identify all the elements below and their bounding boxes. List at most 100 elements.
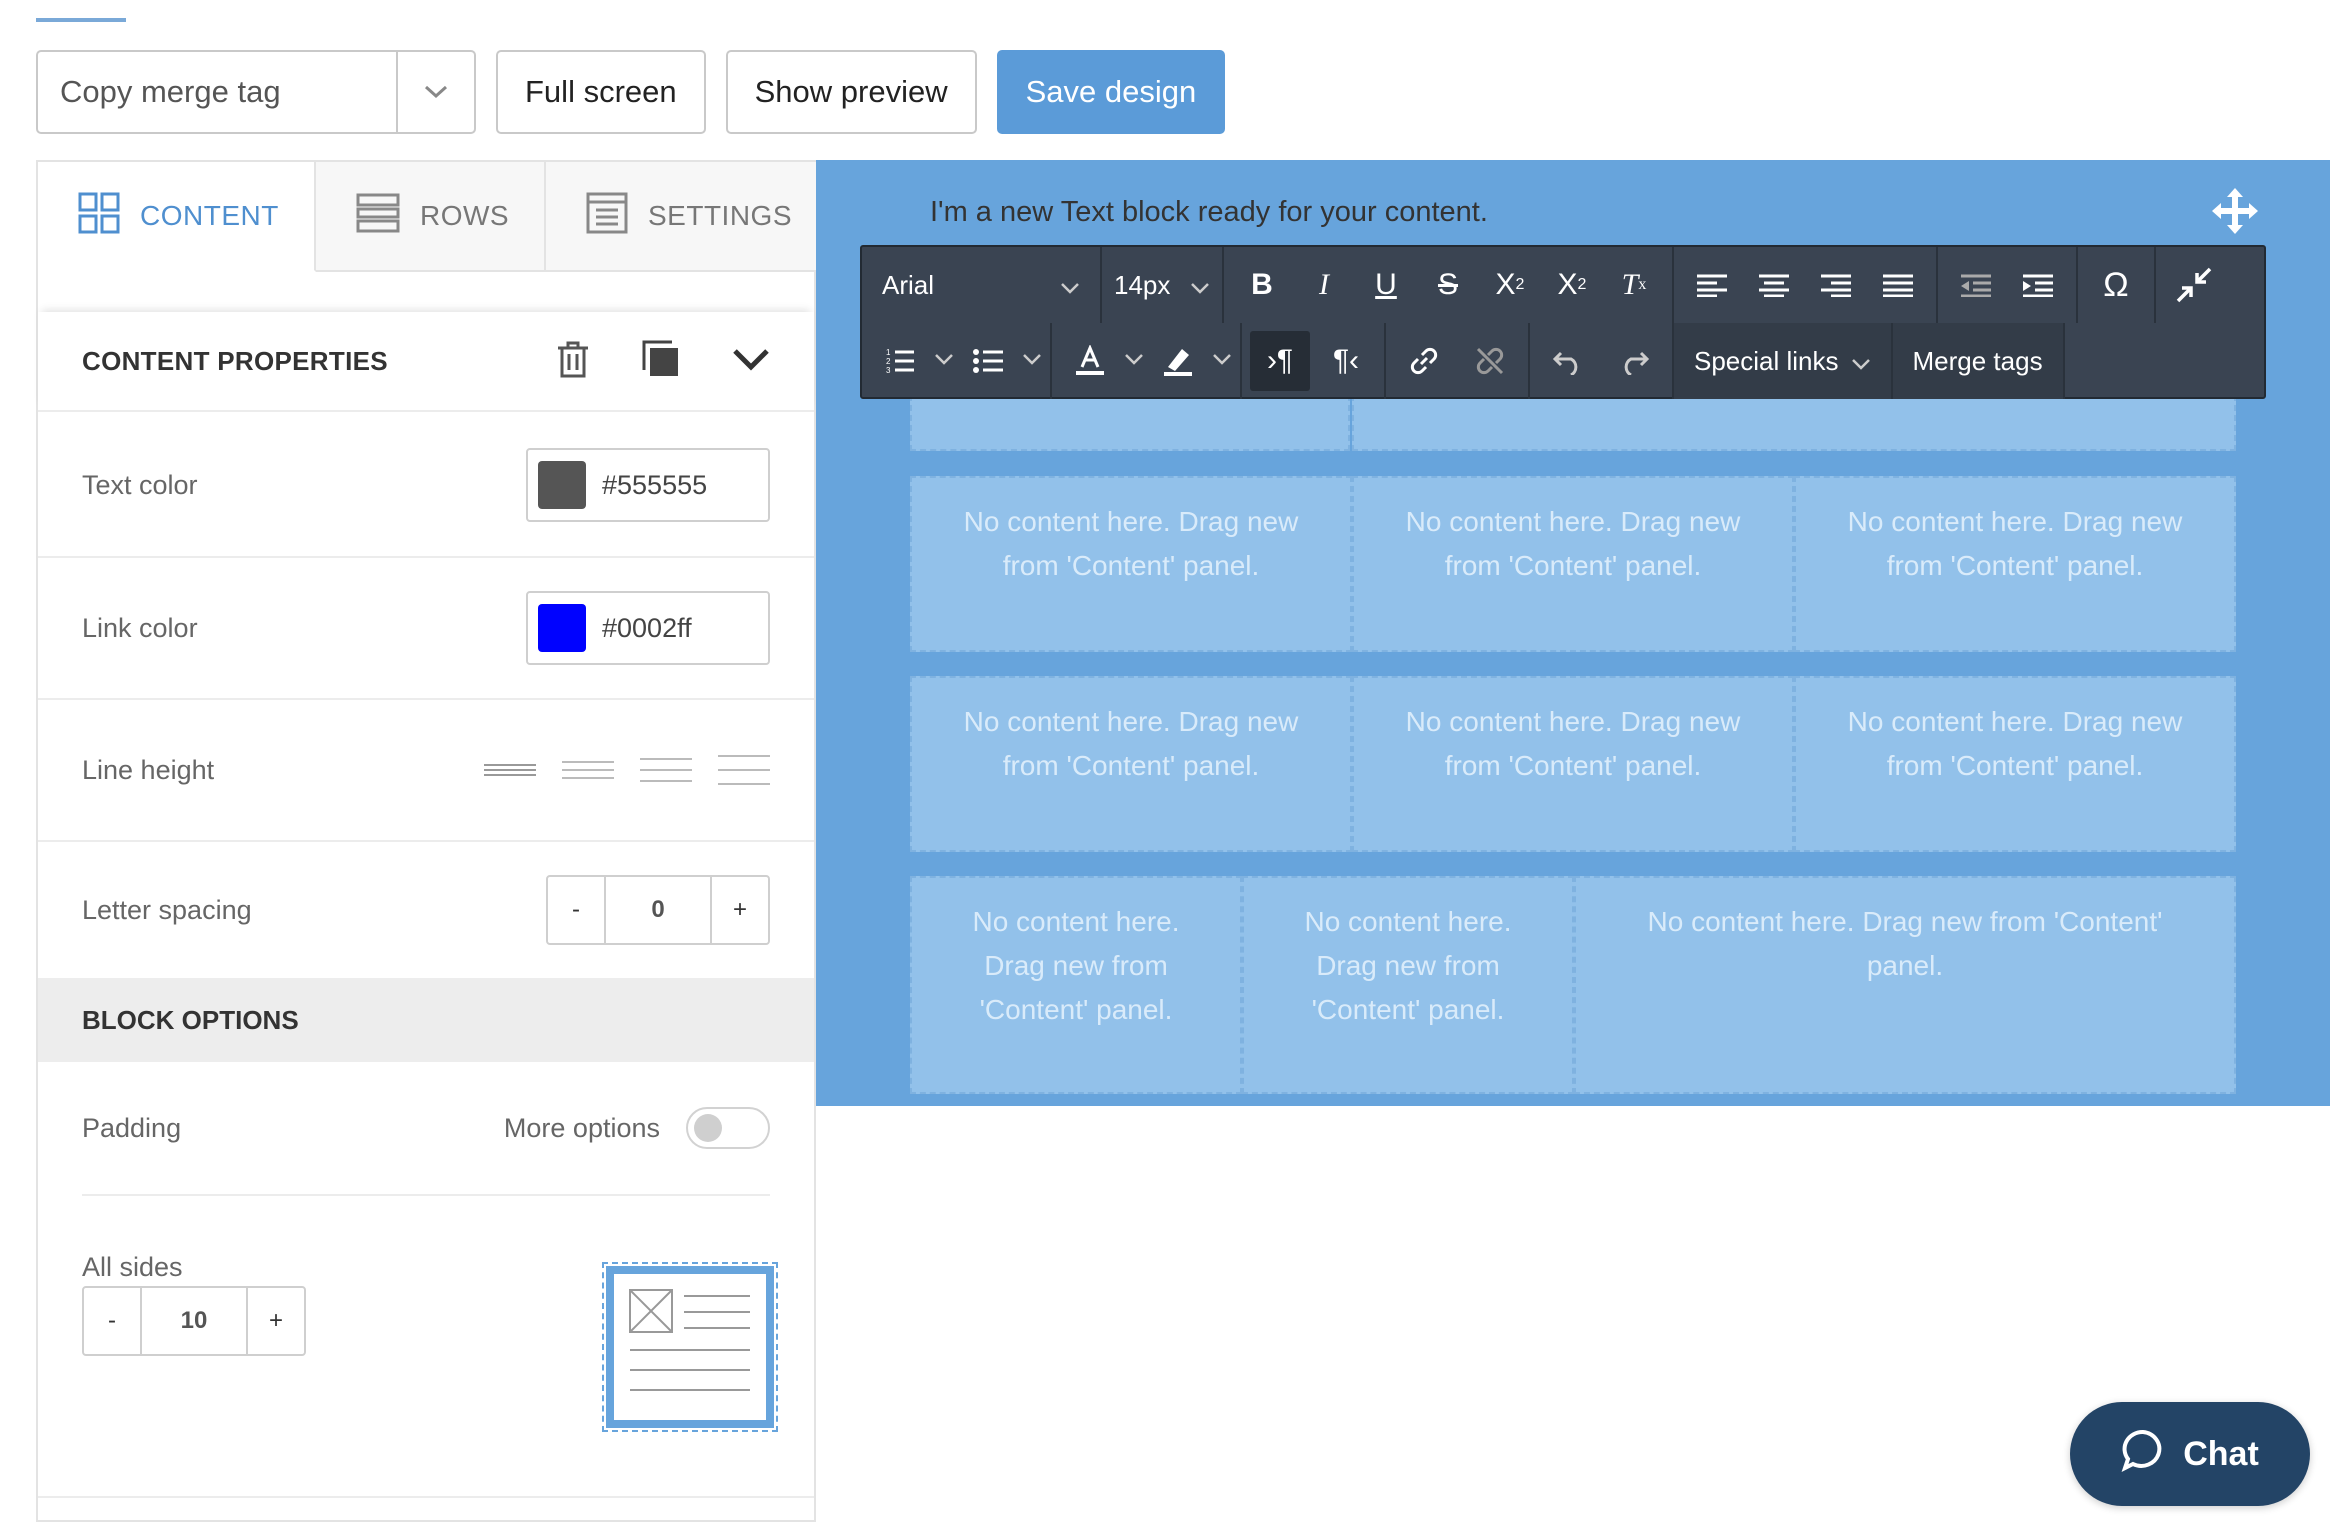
empty-cell[interactable]: No content here. Drag new from 'Content'… (910, 676, 1352, 852)
tab-settings[interactable]: SETTINGS (546, 162, 833, 270)
special-links-label: Special links (1694, 345, 1839, 376)
highlight-icon[interactable] (1148, 331, 1208, 391)
line-height-tight-icon[interactable] (484, 764, 536, 776)
link-icon[interactable] (1394, 331, 1454, 391)
unlink-icon[interactable] (1460, 331, 1520, 391)
indent-icon[interactable] (2008, 255, 2068, 315)
align-justify-icon[interactable] (1868, 255, 1928, 315)
rtl-direction-icon[interactable]: ¶‹ (1316, 331, 1376, 391)
align-center-icon[interactable] (1744, 255, 1804, 315)
trash-icon[interactable] (556, 340, 590, 383)
rows-icon (356, 193, 400, 240)
letter-spacing-value[interactable]: 0 (604, 877, 712, 943)
subscript-icon[interactable]: X2 (1542, 255, 1602, 315)
tab-content[interactable]: CONTENT (38, 162, 316, 272)
align-left-icon[interactable] (1682, 255, 1742, 315)
letter-spacing-plus-button[interactable]: + (712, 877, 768, 943)
more-options-toggle[interactable] (686, 1107, 770, 1149)
text-color-value: #555555 (602, 469, 708, 500)
font-size-select[interactable]: 14px (1102, 247, 1224, 323)
empty-cell-text: No content here. Drag new from 'Content'… (963, 706, 1299, 781)
numbered-list-icon[interactable]: 123 (870, 331, 930, 391)
text-color-field[interactable]: #555555 (526, 448, 770, 522)
strikethrough-icon[interactable]: S (1418, 255, 1478, 315)
all-sides-value[interactable]: 10 (140, 1288, 248, 1354)
chat-button[interactable]: Chat (2070, 1402, 2310, 1506)
move-icon[interactable] (2212, 188, 2258, 239)
empty-cell[interactable]: No content here. Drag new from 'Content'… (910, 476, 1352, 652)
save-design-button[interactable]: Save design (996, 50, 1226, 134)
more-options-label: More options (503, 1112, 660, 1143)
tab-rows[interactable]: ROWS (316, 162, 546, 270)
empty-cell[interactable]: No content here. Drag new from 'Content'… (1794, 476, 2236, 652)
all-sides-minus-button[interactable]: - (84, 1288, 140, 1354)
empty-cell-text: No content here. Drag new from 'Content'… (1304, 906, 1512, 1025)
all-sides-plus-button[interactable]: + (248, 1288, 304, 1354)
show-preview-button[interactable]: Show preview (725, 50, 977, 134)
padding-preview-icon (602, 1262, 778, 1432)
bullet-list-icon[interactable] (958, 331, 1018, 391)
collapse-editor-icon[interactable] (2164, 255, 2224, 315)
text-color-icon[interactable] (1060, 331, 1120, 391)
duplicate-icon[interactable] (642, 340, 680, 383)
font-family-value: Arial (882, 269, 935, 300)
ltr-direction-icon[interactable]: ›¶ (1250, 331, 1310, 391)
empty-cell-text: No content here. Drag new from 'Content'… (963, 506, 1299, 581)
empty-cell-text: No content here. Drag new from 'Content'… (1405, 506, 1741, 581)
line-height-relaxed-icon[interactable] (640, 758, 692, 782)
superscript-icon[interactable]: X2 (1480, 255, 1540, 315)
content-properties-header: CONTENT PROPERTIES (38, 312, 814, 412)
chevron-down-icon[interactable] (934, 352, 954, 370)
full-screen-button[interactable]: Full screen (496, 50, 706, 134)
chevron-down-icon[interactable] (1022, 352, 1042, 370)
chat-bubble-icon (2121, 1428, 2165, 1481)
tab-rows-label: ROWS (420, 200, 510, 231)
chevron-down-icon (1851, 346, 1871, 377)
collapse-chevron-icon[interactable] (732, 347, 770, 376)
chevron-down-icon[interactable] (1212, 352, 1232, 370)
redo-icon[interactable] (1604, 331, 1664, 391)
line-height-normal-icon[interactable] (562, 761, 614, 779)
empty-cell[interactable]: No content here. Drag new from 'Content'… (1352, 476, 1794, 652)
empty-cell[interactable]: No content here. Drag new from 'Content'… (910, 876, 1242, 1094)
text-block-content[interactable]: I'm a new Text block ready for your cont… (930, 196, 1488, 229)
omega-icon[interactable]: Ω (2086, 255, 2146, 315)
align-right-icon[interactable] (1806, 255, 1866, 315)
empty-cell[interactable] (1352, 395, 2236, 451)
letter-spacing-minus-button[interactable]: - (548, 877, 604, 943)
empty-cell[interactable]: No content here. Drag new from 'Content'… (1352, 676, 1794, 852)
settings-icon (586, 192, 628, 241)
undo-icon[interactable] (1538, 331, 1598, 391)
empty-cell[interactable]: No content here. Drag new from 'Content'… (1574, 876, 2236, 1094)
tab-content-label: CONTENT (140, 200, 279, 231)
empty-cell[interactable]: No content here. Drag new from 'Content'… (1794, 676, 2236, 852)
link-color-field[interactable]: #0002ff (526, 591, 770, 665)
svg-text:3: 3 (886, 366, 891, 375)
clear-formatting-icon[interactable]: Tx (1604, 255, 1664, 315)
text-color-swatch[interactable] (538, 461, 586, 509)
empty-cell-text: No content here. Drag new from 'Content'… (1647, 906, 2163, 981)
italic-icon[interactable]: I (1294, 255, 1354, 315)
bold-icon[interactable]: B (1232, 255, 1292, 315)
chevron-down-icon[interactable] (1124, 352, 1144, 370)
direction-group: ›¶ ¶‹ (1242, 323, 1386, 399)
special-chars-group: Ω (2078, 247, 2156, 323)
link-color-row: Link color #0002ff (38, 558, 814, 700)
top-accent-line (36, 18, 126, 22)
line-height-loose-icon[interactable] (718, 755, 770, 785)
line-height-row: Line height (38, 700, 814, 842)
copy-merge-tag-select[interactable]: Copy merge tag (36, 50, 476, 134)
link-color-swatch[interactable] (538, 604, 586, 652)
empty-cell[interactable] (910, 395, 1350, 451)
special-links-dropdown[interactable]: Special links (1674, 323, 1893, 399)
outdent-icon[interactable] (1946, 255, 2006, 315)
underline-icon[interactable]: U (1356, 255, 1416, 315)
grid-icon (78, 192, 120, 241)
merge-tags-dropdown[interactable]: Merge tags (1892, 323, 2065, 399)
chevron-down-icon (1190, 270, 1210, 301)
padding-row: Padding More options (82, 1062, 770, 1196)
format-group: B I U S X2 X2 Tx (1224, 247, 1674, 323)
empty-cell[interactable]: No content here. Drag new from 'Content'… (1242, 876, 1574, 1094)
chevron-down-icon[interactable] (396, 52, 474, 132)
font-family-select[interactable]: Arial (862, 247, 1102, 323)
